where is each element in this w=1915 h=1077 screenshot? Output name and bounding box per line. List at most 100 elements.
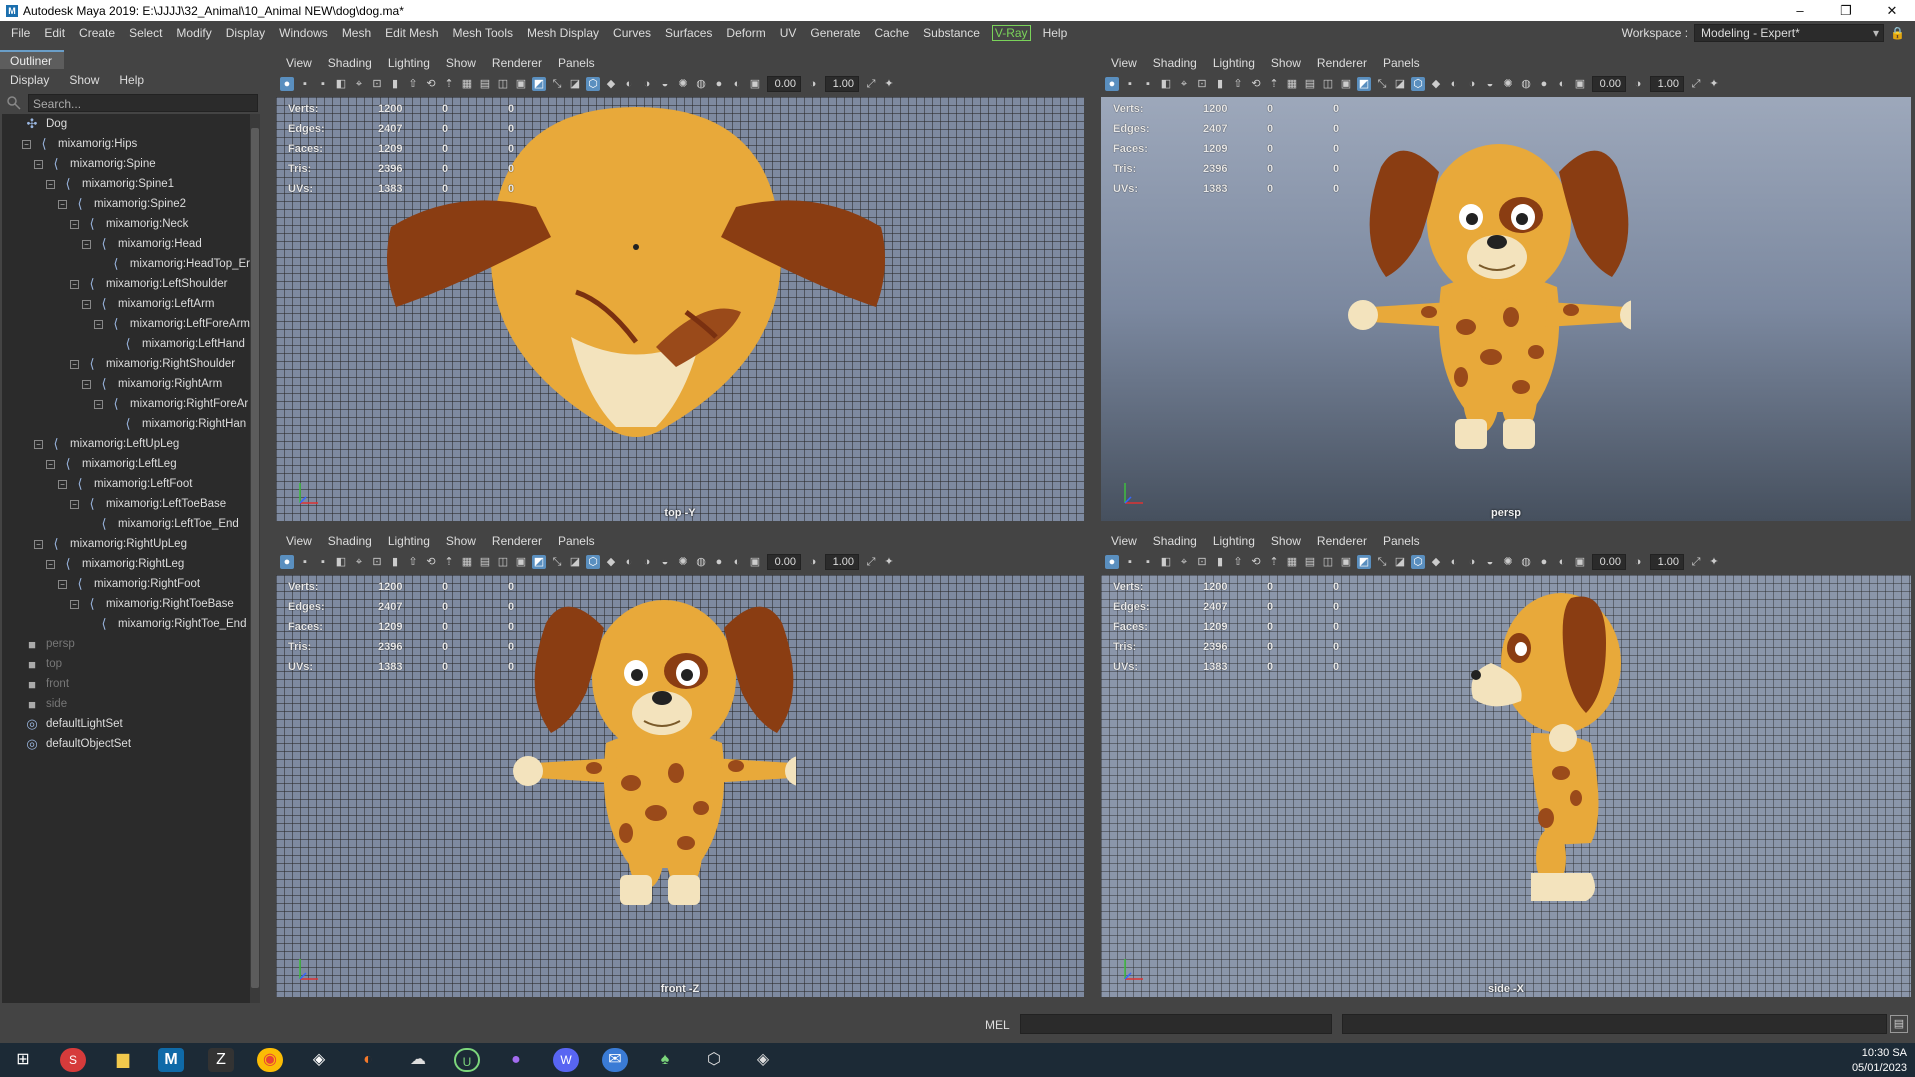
viewport-tool-icon[interactable]: ✦ — [1707, 555, 1721, 569]
workspace-dropdown[interactable]: Modeling - Expert* — [1694, 24, 1885, 42]
outliner-item[interactable]: − ⟨ mixamorig:Spine — [2, 154, 250, 174]
viewport-tool-icon[interactable]: ◍ — [694, 77, 708, 91]
outliner-item[interactable]: − ⟨ mixamorig:LeftShoulder — [2, 274, 250, 294]
viewport-tool-icon[interactable]: ▮ — [1213, 77, 1227, 91]
blender-icon[interactable]: ◐ — [355, 1048, 381, 1072]
app-icon-1[interactable]: S — [60, 1048, 86, 1072]
collapse-icon[interactable]: − — [70, 359, 79, 369]
viewport-tool-icon[interactable]: ⤡ — [550, 77, 564, 91]
viewport-side[interactable]: View Shading Lighting Show Renderer Panels ● ▪ ▪… — [1097, 531, 1915, 1001]
mel-input[interactable] — [1020, 1014, 1332, 1034]
viewport-tool-icon[interactable]: ▪ — [1141, 77, 1155, 91]
viewport-menu-panels[interactable]: Panels — [1375, 56, 1428, 70]
outliner-item[interactable]: ◎ defaultObjectSet — [2, 734, 250, 754]
viewport-tool-icon[interactable]: ✦ — [882, 555, 896, 569]
viewport-tool-icon[interactable]: ⇡ — [1267, 77, 1281, 91]
viewport-tool-icon[interactable]: ⬡ — [1411, 555, 1425, 569]
dog-model[interactable] — [1331, 127, 1650, 460]
collapse-icon[interactable]: − — [46, 559, 55, 569]
viewport-tool-icon[interactable]: ▣ — [514, 77, 528, 91]
viewport-tool-icon[interactable]: ▮ — [1213, 555, 1227, 569]
viewport-tool-icon[interactable]: ▦ — [1285, 77, 1299, 91]
viewport-menu-lighting[interactable]: Lighting — [1205, 534, 1263, 548]
unity-icon[interactable]: ◈ — [306, 1048, 332, 1072]
outliner-menu-display[interactable]: Display — [0, 70, 59, 90]
collapse-icon[interactable]: − — [70, 219, 79, 229]
viewport-tool-icon[interactable]: ⇧ — [406, 555, 420, 569]
outliner-item[interactable]: − ⟨ mixamorig:LeftLeg — [2, 454, 250, 474]
viewport-tool-icon[interactable]: ⤡ — [1375, 555, 1389, 569]
viewport-menu-show[interactable]: Show — [1263, 534, 1309, 548]
viewport-tool-icon[interactable]: ✺ — [1501, 555, 1515, 569]
viewport-tool-icon[interactable]: ▤ — [478, 77, 492, 91]
viewport-tool-icon[interactable]: ◧ — [1159, 555, 1173, 569]
gamma-field[interactable]: 1.00 — [1650, 76, 1684, 92]
menu-mesh-display[interactable]: Mesh Display — [520, 26, 606, 40]
dog-model[interactable] — [1411, 583, 1711, 916]
exposure-field[interactable]: 0.00 — [1592, 76, 1626, 92]
viewport-top[interactable]: View Shading Lighting Show Renderer Panels ● ▪ ▪… — [272, 53, 1088, 525]
viewport-tool-icon[interactable]: ◫ — [496, 77, 510, 91]
viewport-tool-icon[interactable]: ◐ — [1555, 555, 1569, 569]
viewport-tool-icon[interactable]: ◒ — [658, 77, 672, 91]
viewport-tool-icon[interactable]: ⤢ — [1689, 77, 1703, 91]
viewport-tool-icon[interactable]: ▣ — [1573, 555, 1587, 569]
viewport-tool-icon[interactable]: ◪ — [1393, 77, 1407, 91]
outliner-item[interactable]: − ⟨ mixamorig:LeftArm — [2, 294, 250, 314]
viewport-tool-icon[interactable]: ⟲ — [424, 77, 438, 91]
lock-icon[interactable]: 🔒 — [1890, 26, 1905, 40]
outliner-item[interactable]: ⟨ mixamorig:HeadTop_Er — [2, 254, 250, 274]
outliner-item[interactable]: ■ persp — [2, 634, 250, 654]
close-button[interactable]: ✕ — [1869, 0, 1915, 21]
chrome-icon[interactable]: ◉ — [257, 1048, 283, 1072]
collapse-icon[interactable]: − — [82, 379, 91, 389]
exposure-field[interactable]: 0.00 — [767, 76, 801, 92]
viewport-tool-icon[interactable]: ⤡ — [550, 555, 564, 569]
menu-edit-mesh[interactable]: Edit Mesh — [378, 26, 445, 40]
outliner-item[interactable]: ⟨ mixamorig:RightHan — [2, 414, 250, 434]
viewport-tool-icon[interactable]: ⌖ — [352, 77, 366, 91]
viewport-menu-lighting[interactable]: Lighting — [380, 534, 438, 548]
upwork-icon[interactable]: U — [454, 1048, 480, 1072]
viewport-tool-icon[interactable]: ⇧ — [406, 77, 420, 91]
viewport-tool-icon[interactable]: ▪ — [298, 77, 312, 91]
outliner-tab[interactable]: Outliner — [0, 50, 64, 69]
viewport-canvas[interactable]: Verts: 1200 0 0 Edges: 2407 0 0 Faces: 1209 0 0 Tris… — [276, 97, 1084, 521]
viewport-tool-icon[interactable]: ▪ — [1123, 77, 1137, 91]
collapse-icon[interactable]: − — [34, 159, 43, 169]
collapse-icon[interactable]: − — [34, 539, 43, 549]
viewport-front[interactable]: View Shading Lighting Show Renderer Panels ● ▪ ▪… — [272, 531, 1088, 1001]
viewport-tool-icon[interactable]: ▣ — [1339, 555, 1353, 569]
menu-windows[interactable]: Windows — [272, 26, 335, 40]
viewport-tool-icon[interactable]: ⊡ — [370, 77, 384, 91]
collapse-icon[interactable]: − — [70, 279, 79, 289]
viewport-tool-icon[interactable]: ◫ — [496, 555, 510, 569]
viewport-tool-icon[interactable]: ◧ — [334, 77, 348, 91]
menu-mesh-tools[interactable]: Mesh Tools — [446, 26, 520, 40]
collapse-icon[interactable]: − — [82, 299, 91, 309]
viewport-tool-icon[interactable]: ⇧ — [1231, 555, 1245, 569]
viewport-tool-icon[interactable]: ◆ — [1429, 77, 1443, 91]
dog-model[interactable] — [496, 583, 815, 916]
viewport-tool-icon[interactable]: ◐ — [730, 555, 744, 569]
viewport-tool-icon[interactable]: ⤢ — [864, 555, 878, 569]
viewport-tool-icon[interactable]: ● — [1537, 555, 1551, 569]
menu-create[interactable]: Create — [72, 26, 122, 40]
viewport-tool-icon[interactable]: ▪ — [316, 77, 330, 91]
viewport-menu-renderer[interactable]: Renderer — [1309, 56, 1375, 70]
viewport-tool-icon[interactable]: ✦ — [882, 77, 896, 91]
collapse-icon[interactable]: − — [46, 179, 55, 189]
viewport-tool-icon[interactable]: ◫ — [1321, 77, 1335, 91]
viewport-persp[interactable]: View Shading Lighting Show Renderer Panels ● ▪ ▪… — [1097, 53, 1915, 525]
viewport-tool-icon[interactable]: ◐ — [622, 555, 636, 569]
outliner-vertical-scrollbar[interactable] — [250, 114, 260, 1038]
viewport-tool-icon[interactable]: ⌖ — [1177, 77, 1191, 91]
outliner-item[interactable]: ■ front — [2, 674, 250, 694]
outliner-item[interactable]: ■ side — [2, 694, 250, 714]
menu-uv[interactable]: UV — [773, 26, 804, 40]
collapse-icon[interactable]: − — [34, 439, 43, 449]
viewport-tool-icon[interactable]: ⇧ — [1231, 77, 1245, 91]
viewport-tool-icon[interactable]: ⇡ — [442, 555, 456, 569]
collapse-icon[interactable]: − — [94, 319, 103, 329]
viewport-tool-icon[interactable]: ◫ — [1321, 555, 1335, 569]
